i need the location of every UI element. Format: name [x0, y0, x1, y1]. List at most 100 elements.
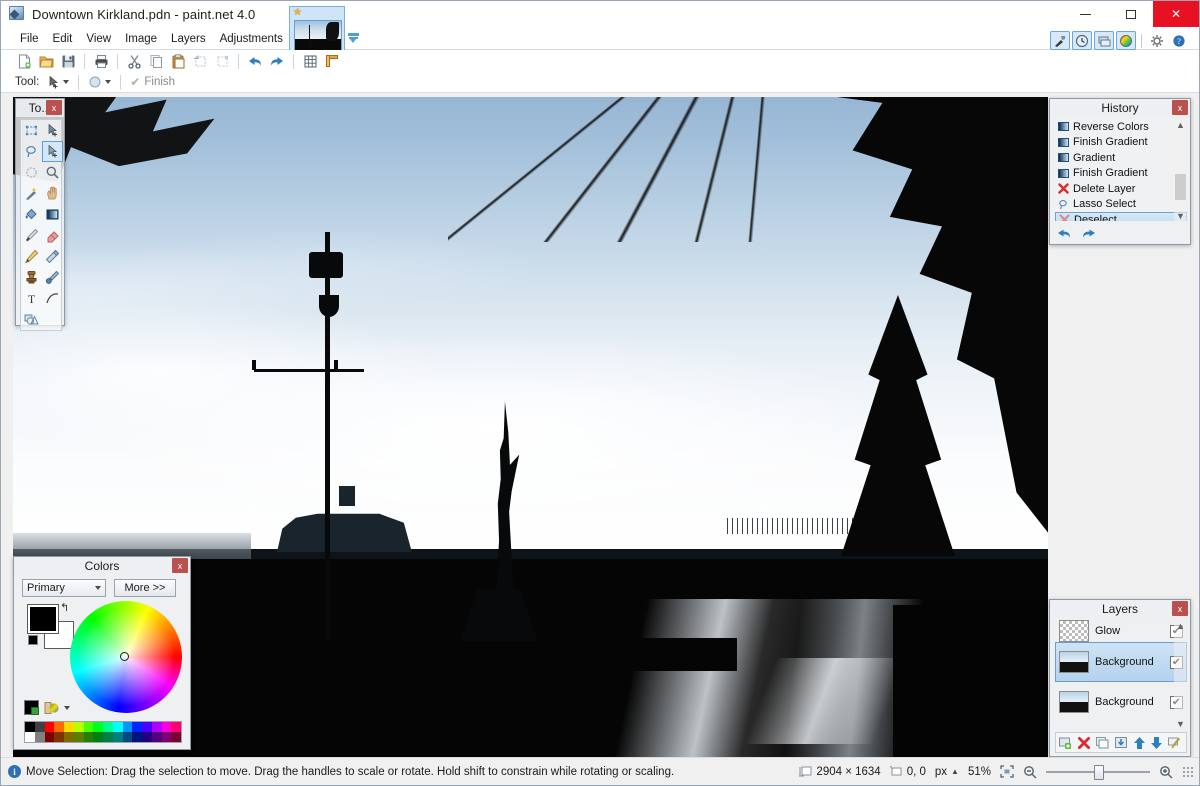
primary-color-swatch[interactable]	[28, 605, 58, 633]
history-redo-icon[interactable]	[1080, 228, 1097, 241]
chevron-up-icon[interactable]: ▲	[951, 767, 959, 776]
tool-color-picker[interactable]	[42, 246, 63, 267]
tool-magic-wand[interactable]	[21, 183, 42, 204]
history-item[interactable]: Delete Layer	[1055, 181, 1187, 197]
palette-dropdown-icon[interactable]	[64, 706, 70, 710]
move-layer-down-icon[interactable]	[1150, 736, 1163, 750]
color-wheel-cursor[interactable]	[120, 652, 129, 661]
zoom-in-icon[interactable]	[1159, 765, 1173, 779]
tools-panel-close-button[interactable]: x	[46, 100, 62, 115]
history-undo-icon[interactable]	[1056, 228, 1073, 241]
layer-row[interactable]: Background ✔	[1055, 682, 1187, 722]
units-group[interactable]: px ▲	[935, 766, 959, 778]
zoom-slider[interactable]	[1046, 765, 1150, 779]
color-palette[interactable]	[24, 721, 182, 743]
palette-row-light[interactable]	[25, 722, 181, 732]
tool-paintbrush[interactable]	[21, 225, 42, 246]
image-list-dropdown-icon[interactable]	[348, 33, 359, 44]
history-item[interactable]: Reverse Colors	[1055, 119, 1187, 135]
zoom-out-icon[interactable]	[1023, 765, 1037, 779]
layer-row[interactable]: Glow ✔	[1055, 620, 1187, 642]
menu-edit[interactable]: Edit	[46, 30, 80, 48]
merge-layer-down-icon[interactable]	[1114, 736, 1129, 750]
scroll-up-icon[interactable]: ▲	[1176, 620, 1185, 632]
grid-icon[interactable]	[299, 51, 321, 71]
undo-icon[interactable]	[244, 51, 266, 71]
zoom-slider-thumb[interactable]	[1094, 765, 1104, 780]
tool-pan[interactable]	[42, 183, 63, 204]
deselect-icon[interactable]	[211, 51, 233, 71]
rulers-icon[interactable]	[321, 51, 343, 71]
tool-clone-stamp[interactable]	[21, 267, 42, 288]
tool-text[interactable]: T	[21, 288, 42, 309]
crop-to-selection-icon[interactable]	[189, 51, 211, 71]
tool-lasso-select[interactable]	[21, 141, 42, 162]
tool-recolor[interactable]	[42, 267, 63, 288]
history-item[interactable]: Finish Gradient	[1055, 166, 1187, 182]
menu-image[interactable]: Image	[118, 30, 164, 48]
cut-icon[interactable]	[123, 51, 145, 71]
copy-icon[interactable]	[145, 51, 167, 71]
tool-selector[interactable]	[42, 73, 73, 91]
tool-eraser[interactable]	[42, 225, 63, 246]
layers-panel-close-button[interactable]: x	[1172, 601, 1188, 616]
zoom-level-group[interactable]: 51%	[968, 766, 991, 778]
history-item-selected[interactable]: Deselect	[1055, 212, 1187, 221]
new-icon[interactable]	[13, 51, 35, 71]
history-item[interactable]: Lasso Select	[1055, 197, 1187, 213]
tool-rectangle-select[interactable]	[21, 120, 42, 141]
finish-button[interactable]: ✔ Finish	[126, 75, 179, 89]
scroll-down-icon[interactable]: ▼	[1176, 718, 1185, 730]
paste-icon[interactable]	[167, 51, 189, 71]
history-list[interactable]: Reverse Colors Finish Gradient Gradient …	[1055, 119, 1187, 221]
layer-properties-icon[interactable]	[1167, 736, 1182, 750]
tool-line-curve[interactable]	[42, 288, 63, 309]
history-scrollbar[interactable]: ▲ ▼	[1174, 119, 1187, 222]
settings-gear-icon[interactable]	[1147, 31, 1167, 50]
tool-pencil[interactable]	[21, 246, 42, 267]
more-colors-button[interactable]: More >>	[114, 579, 176, 597]
maximize-button[interactable]	[1108, 1, 1153, 27]
zoom-to-fit-icon[interactable]	[1000, 765, 1014, 778]
selection-mode-selector[interactable]	[84, 73, 115, 91]
history-item[interactable]: Finish Gradient	[1055, 135, 1187, 151]
palette-row-dark[interactable]	[25, 732, 181, 742]
move-layer-up-icon[interactable]	[1133, 736, 1146, 750]
layer-row-selected[interactable]: Background ✔	[1055, 642, 1187, 682]
menu-adjustments[interactable]: Adjustments	[213, 30, 290, 48]
reset-colors-icon[interactable]	[28, 635, 38, 645]
tool-move-selected[interactable]	[42, 120, 63, 141]
redo-icon[interactable]	[266, 51, 288, 71]
layers-toggle-icon[interactable]	[1094, 31, 1114, 50]
resize-grip-icon[interactable]	[1182, 766, 1193, 777]
open-icon[interactable]	[35, 51, 57, 71]
menu-layers[interactable]: Layers	[164, 30, 213, 48]
tool-paint-bucket[interactable]	[21, 204, 42, 225]
swap-colors-icon[interactable]: ↰	[60, 601, 69, 614]
print-icon[interactable]	[90, 51, 112, 71]
close-button[interactable]: ✕	[1153, 1, 1199, 27]
tool-zoom[interactable]	[42, 162, 63, 183]
history-item[interactable]: Gradient	[1055, 150, 1187, 166]
tool-shapes[interactable]	[21, 309, 42, 330]
scroll-down-icon[interactable]: ▼	[1176, 210, 1185, 222]
tool-gradient[interactable]	[42, 204, 63, 225]
scrollbar-thumb[interactable]	[1175, 174, 1186, 200]
colors-toggle-icon[interactable]	[1116, 31, 1136, 50]
history-panel-close-button[interactable]: x	[1172, 100, 1188, 115]
minimize-button[interactable]	[1063, 1, 1108, 27]
palette-open-icon[interactable]	[44, 701, 59, 715]
menu-file[interactable]: File	[13, 30, 46, 48]
tool-move-selection[interactable]	[42, 141, 63, 162]
layers-scrollbar[interactable]: ▲ ▼	[1174, 620, 1187, 730]
colors-panel-close-button[interactable]: x	[172, 558, 188, 573]
add-to-palette-icon[interactable]	[24, 700, 39, 715]
layer-list[interactable]: Glow ✔ Background ✔ Background ✔	[1055, 620, 1187, 730]
add-new-layer-icon[interactable]	[1058, 736, 1073, 750]
history-toggle-icon[interactable]	[1072, 31, 1092, 50]
tool-ellipse-select[interactable]	[21, 162, 42, 183]
help-icon[interactable]: ?	[1169, 31, 1189, 50]
menu-view[interactable]: View	[79, 30, 118, 48]
color-mode-select[interactable]: Primary	[22, 579, 106, 597]
tools-toggle-icon[interactable]	[1050, 31, 1070, 50]
